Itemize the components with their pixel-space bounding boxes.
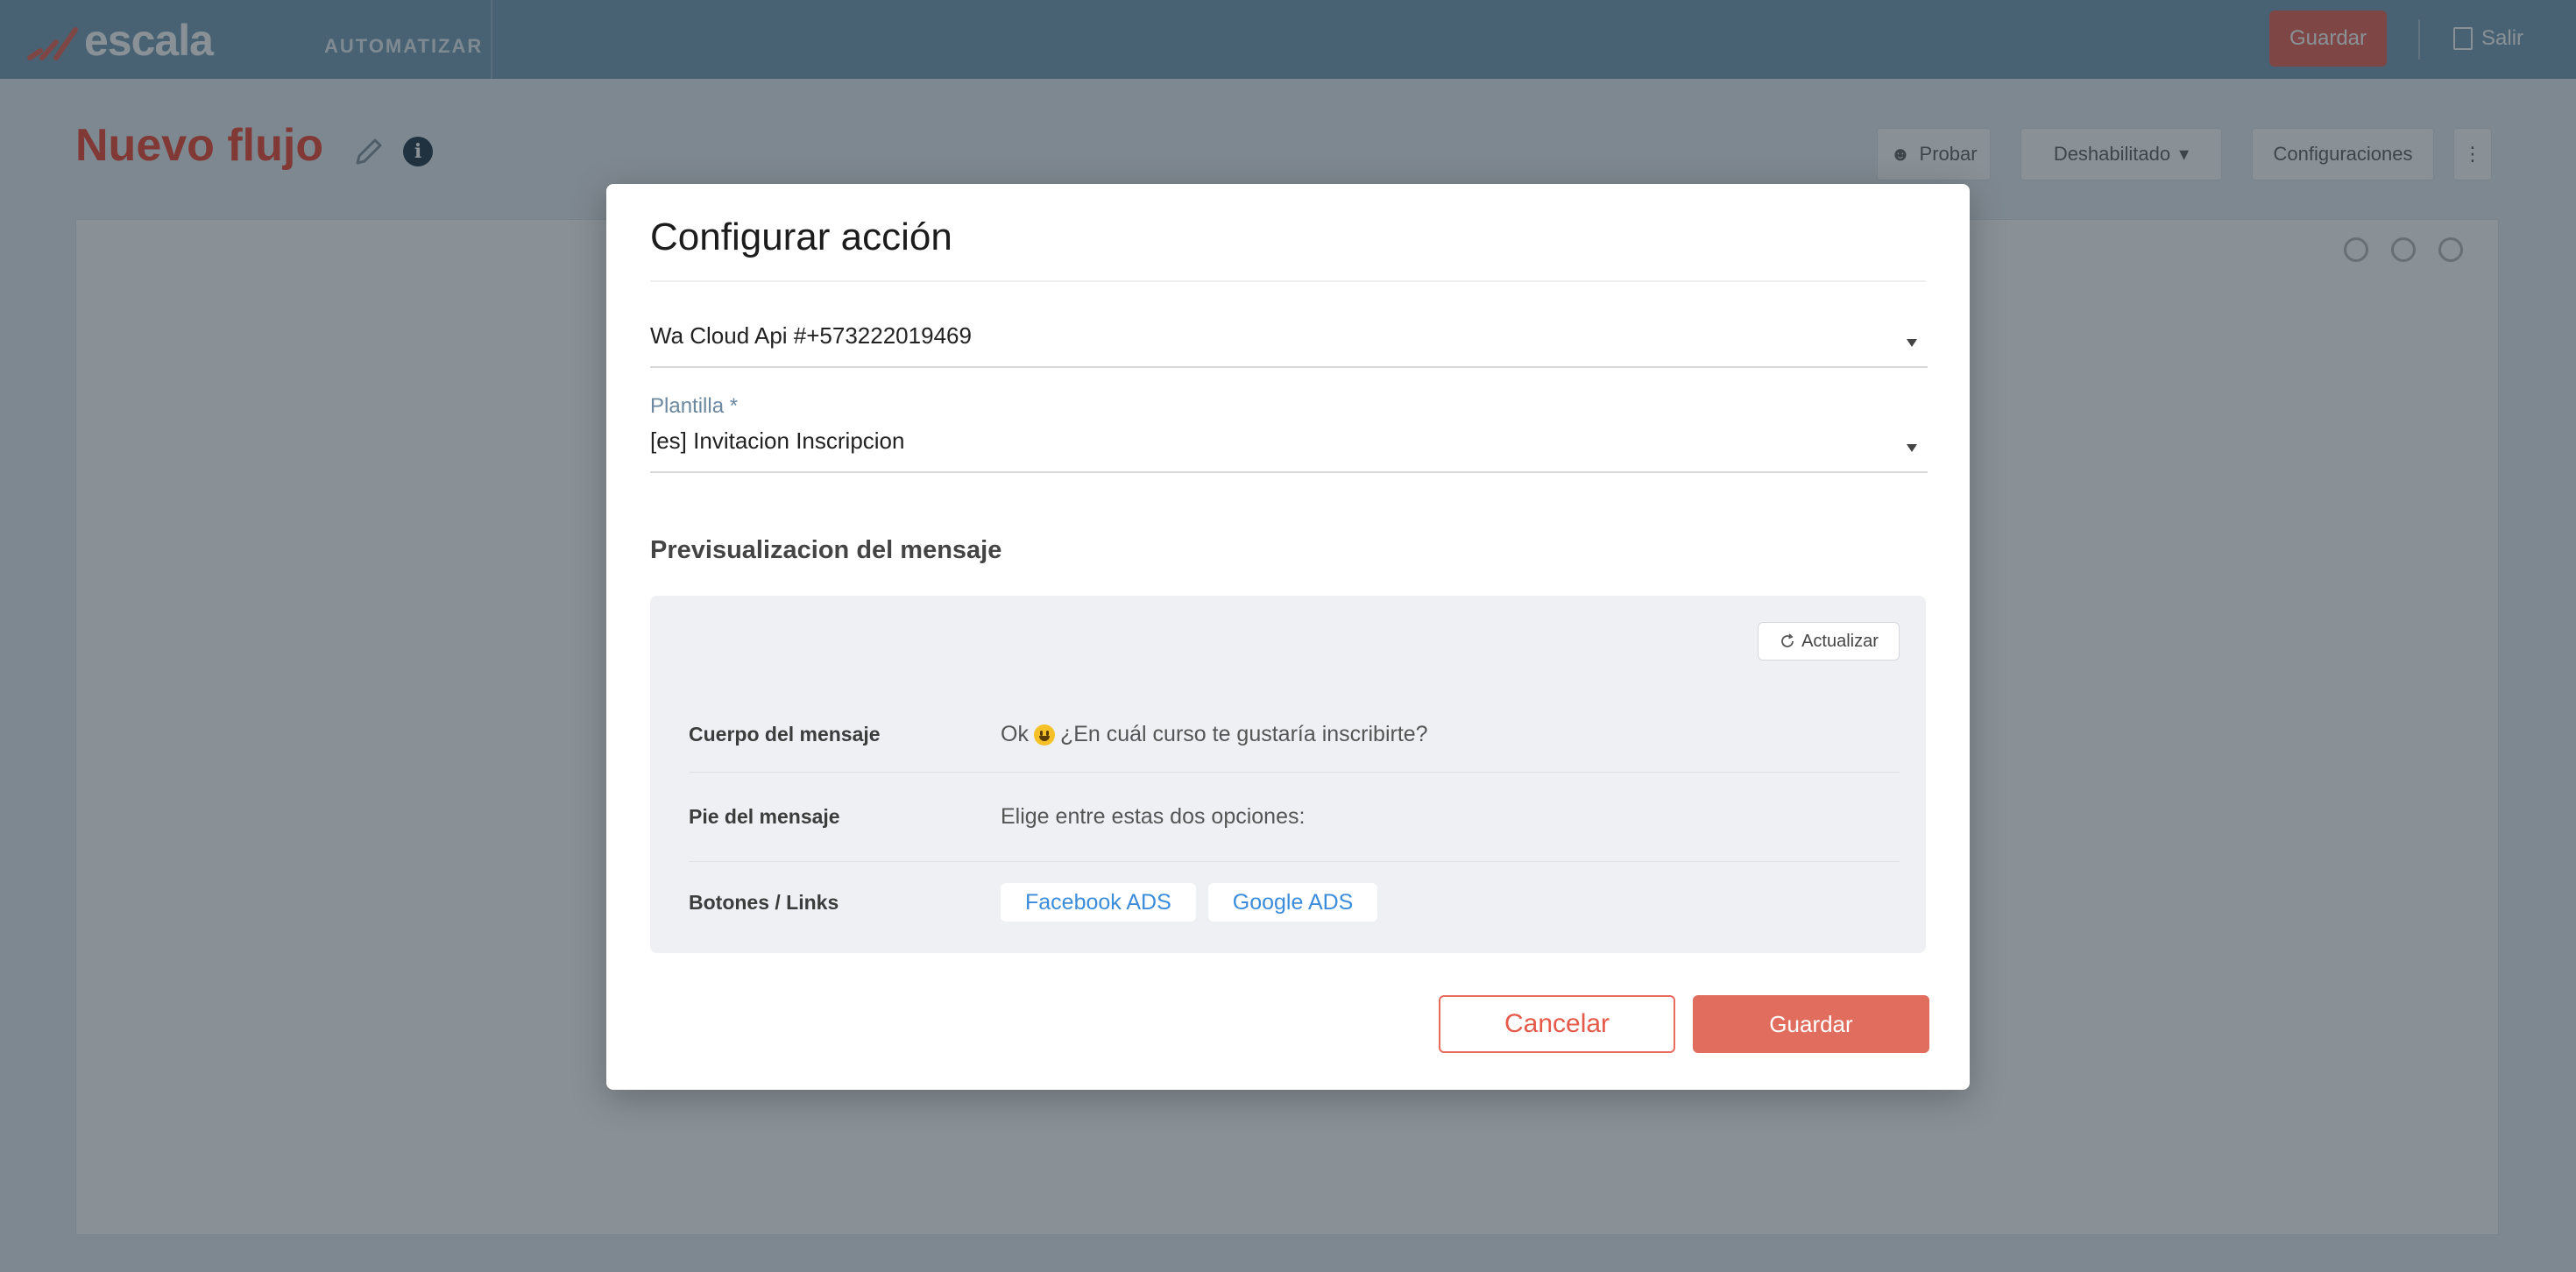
facebook-ads-button[interactable]: Facebook ADS xyxy=(1001,883,1196,922)
caret-down-icon xyxy=(1907,444,1917,452)
template-select-value: [es] Invitacion Inscripcion xyxy=(650,428,905,454)
preview-buttons-row: Botones / Links Facebook ADS Google ADS xyxy=(689,862,1900,943)
configure-action-modal: Configurar acción Wa Cloud Api #+5732220… xyxy=(606,184,1970,1090)
body-label: Cuerpo del mensaje xyxy=(689,723,881,746)
refresh-icon xyxy=(1781,633,1794,647)
footer-label: Pie del mensaje xyxy=(689,805,840,828)
body-value: Ok ¿En cuál curso te gustaría inscribirt… xyxy=(1001,722,1428,747)
preview-title: Previsualizacion del mensaje xyxy=(650,536,1002,564)
link-buttons: Facebook ADS Google ADS xyxy=(1001,883,1378,922)
refresh-button[interactable]: Actualizar xyxy=(1758,622,1900,661)
modal-title: Configurar acción xyxy=(650,216,952,258)
smile-emoji-icon xyxy=(1033,724,1055,746)
refresh-label: Actualizar xyxy=(1801,631,1879,651)
app-root: escala AUTOMATIZAR Guardar Salir Nuevo f… xyxy=(0,0,2576,1272)
google-ads-button[interactable]: Google ADS xyxy=(1207,883,1378,922)
caret-down-icon xyxy=(1907,339,1917,347)
cancel-button[interactable]: Cancelar xyxy=(1439,995,1675,1053)
account-select[interactable]: Wa Cloud Api #+573222019469 xyxy=(650,322,1928,368)
message-preview: Actualizar Cuerpo del mensaje Ok ¿En cuá… xyxy=(650,596,1926,953)
template-select-label: Plantilla * xyxy=(650,394,739,418)
preview-footer-row: Pie del mensaje Elige entre estas dos op… xyxy=(689,773,1900,862)
account-select-value: Wa Cloud Api #+573222019469 xyxy=(650,322,972,349)
save-button[interactable]: Guardar xyxy=(1693,995,1929,1053)
footer-value: Elige entre estas dos opciones: xyxy=(1001,804,1306,829)
buttons-label: Botones / Links xyxy=(689,890,839,914)
preview-body-row: Cuerpo del mensaje Ok ¿En cuál curso te … xyxy=(689,697,1900,773)
template-select[interactable]: Plantilla * [es] Invitacion Inscripcion xyxy=(650,394,1928,473)
modal-divider xyxy=(650,280,1926,282)
body-text: ¿En cuál curso te gustaría inscribirte? xyxy=(1059,722,1428,746)
body-prefix: Ok xyxy=(1001,722,1029,746)
